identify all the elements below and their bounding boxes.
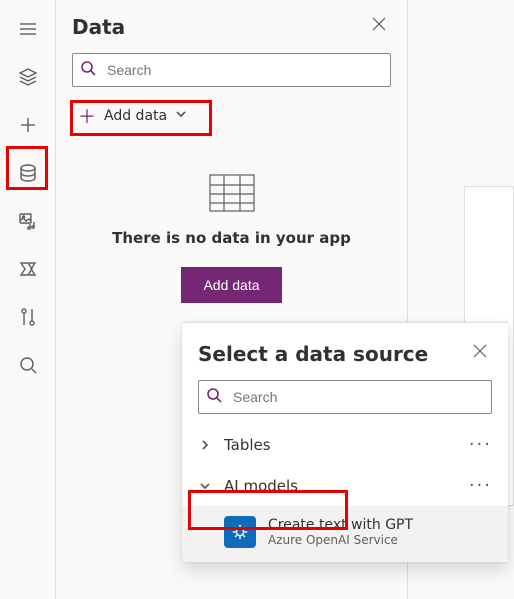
flyout-title: Select a data source bbox=[198, 342, 428, 366]
media-icon[interactable] bbox=[11, 204, 45, 238]
tables-label: Tables bbox=[224, 436, 457, 454]
panel-header: Data bbox=[72, 12, 391, 41]
flows-icon[interactable] bbox=[11, 252, 45, 286]
search-input[interactable] bbox=[72, 53, 391, 87]
close-icon[interactable] bbox=[367, 12, 391, 41]
ai-models-label: AI models bbox=[224, 477, 457, 495]
ai-model-item[interactable]: Create text with GPT Azure OpenAI Servic… bbox=[182, 506, 508, 562]
add-data-button[interactable]: Add data bbox=[181, 267, 281, 303]
more-icon[interactable]: ··· bbox=[469, 434, 492, 455]
add-data-label: Add data bbox=[104, 108, 167, 124]
ai-models-row[interactable]: AI models ··· bbox=[182, 465, 508, 506]
tools-icon[interactable] bbox=[11, 300, 45, 334]
flyout-search-input[interactable] bbox=[198, 380, 492, 414]
flyout-header: Select a data source bbox=[182, 339, 508, 380]
plus-icon: ＋ bbox=[78, 103, 96, 129]
model-subtitle: Azure OpenAI Service bbox=[268, 533, 413, 547]
model-text: Create text with GPT Azure OpenAI Servic… bbox=[268, 517, 413, 547]
flyout-close-icon[interactable] bbox=[468, 339, 492, 368]
chevron-down-icon bbox=[175, 108, 187, 124]
data-icon[interactable] bbox=[11, 156, 45, 190]
layers-icon[interactable] bbox=[11, 60, 45, 94]
data-source-flyout: Select a data source Tables ··· AI model… bbox=[182, 322, 508, 562]
nav-rail bbox=[0, 0, 56, 599]
chevron-down-icon bbox=[198, 480, 212, 492]
chevron-right-icon bbox=[198, 439, 212, 451]
tables-row[interactable]: Tables ··· bbox=[182, 424, 508, 465]
flyout-search bbox=[198, 380, 492, 414]
panel-search bbox=[72, 53, 391, 87]
search-icon bbox=[80, 60, 96, 80]
add-data-dropdown[interactable]: ＋ Add data bbox=[72, 99, 193, 133]
empty-state: There is no data in your app Add data bbox=[72, 173, 391, 303]
more-icon[interactable]: ··· bbox=[469, 475, 492, 496]
table-icon bbox=[208, 173, 256, 213]
openai-icon bbox=[224, 516, 256, 548]
panel-title: Data bbox=[72, 15, 125, 39]
search-icon bbox=[206, 387, 222, 407]
hamburger-icon[interactable] bbox=[11, 12, 45, 46]
empty-message: There is no data in your app bbox=[72, 229, 391, 247]
search-rail-icon[interactable] bbox=[11, 348, 45, 382]
add-icon[interactable] bbox=[11, 108, 45, 142]
model-title: Create text with GPT bbox=[268, 517, 413, 533]
